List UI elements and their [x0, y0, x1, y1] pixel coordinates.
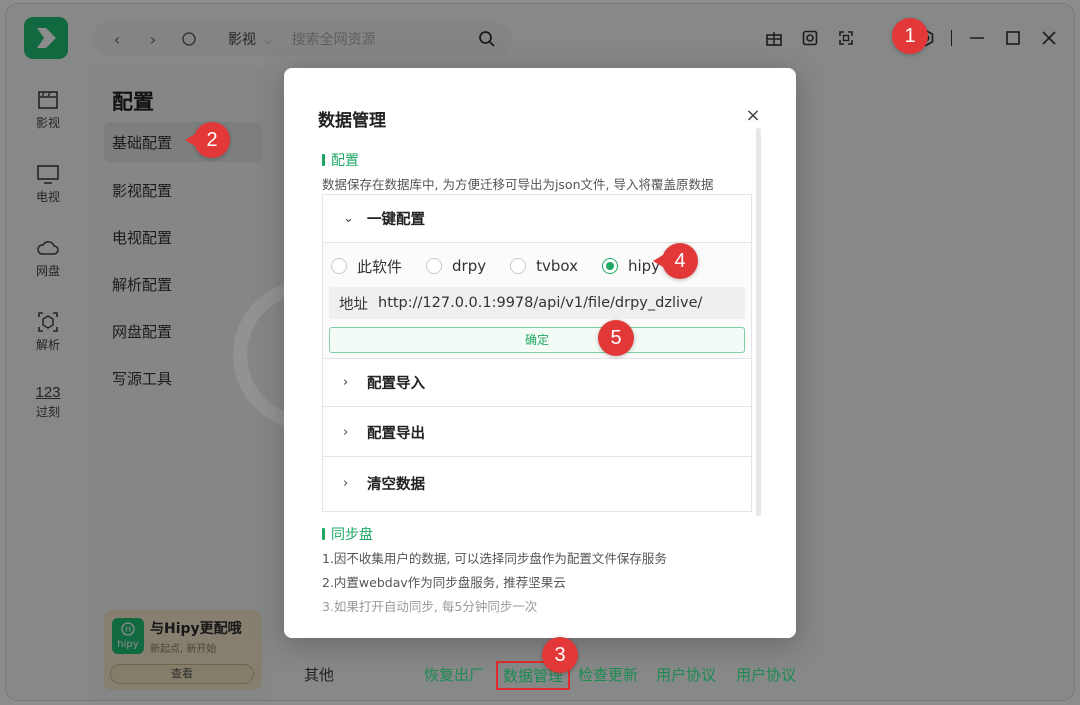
annotation-badge-2: 2: [185, 122, 230, 158]
confirm-button[interactable]: 确定: [329, 327, 745, 353]
radio-circle-checked: [601, 258, 618, 274]
radio-label: drpy: [452, 257, 487, 275]
config-collapse: ⌄ 一键配置 此软件 drpy tvbox hipy 地址 http://127…: [322, 194, 752, 512]
config-description: 数据保存在数据库中, 为方便迁移可导出为json文件, 导入将覆盖原数据: [322, 177, 714, 192]
config-section-heading: 配置: [322, 150, 359, 170]
address-field[interactable]: 地址 http://127.0.0.1:9978/api/v1/file/drp…: [329, 287, 745, 319]
sync-section-heading: 同步盘: [322, 524, 373, 544]
data-manage-dialog: 数据管理 × 配置 数据保存在数据库中, 为方便迁移可导出为json文件, 导入…: [284, 68, 796, 638]
panel-config-export[interactable]: › 配置导出: [323, 409, 751, 457]
annotation-badge-5: 5: [598, 320, 634, 356]
radio-this-software[interactable]: 此软件: [331, 256, 402, 277]
radio-circle: [426, 258, 443, 274]
user-agreement-link[interactable]: 用户协议: [656, 664, 716, 685]
annotation-badge-3: 3: [542, 637, 578, 673]
panel-title: 配置导出: [367, 426, 425, 442]
panel-title: 配置导入: [367, 376, 425, 392]
chevron-right-icon: ›: [343, 425, 349, 440]
annotation-badge-1: 1: [892, 18, 928, 54]
dialog-title: 数据管理: [318, 111, 386, 131]
other-label: 其他: [304, 666, 335, 684]
annotation-badge-4: 4: [653, 243, 698, 279]
user-agreement-link-2[interactable]: 用户协议: [736, 664, 796, 685]
sync-line-3: 3.如果打开自动同步, 每5分钟同步一次: [322, 599, 538, 614]
source-radio-group: 此软件 drpy tvbox hipy: [331, 253, 684, 279]
chevron-right-icon: ›: [343, 475, 349, 491]
radio-tvbox[interactable]: tvbox: [510, 257, 578, 275]
address-value: http://127.0.0.1:9978/api/v1/file/drpy_d…: [378, 295, 703, 311]
radio-drpy[interactable]: drpy: [426, 257, 486, 275]
radio-label: 此软件: [357, 257, 403, 276]
close-icon[interactable]: ×: [742, 104, 764, 126]
bottom-links: 其他 恢复出厂 数据管理 检查更新 用户协议 用户协议: [0, 661, 1080, 690]
dialog-scrollbar[interactable]: [756, 128, 761, 516]
radio-circle: [510, 258, 527, 274]
sync-line-2: 2.内置webdav作为同步盘服务, 推荐坚果云: [322, 575, 566, 590]
chevron-down-icon: ⌄: [343, 211, 354, 226]
radio-label: tvbox: [536, 257, 578, 275]
panel-one-click-config[interactable]: ⌄ 一键配置: [323, 195, 751, 243]
address-label: 地址: [339, 296, 368, 313]
factory-reset-link[interactable]: 恢复出厂: [424, 664, 484, 685]
radio-circle: [331, 258, 347, 274]
panel-title: 清空数据: [367, 476, 425, 493]
panel-config-import[interactable]: › 配置导入: [323, 359, 751, 407]
check-update-link[interactable]: 检查更新: [578, 664, 638, 685]
panel-title: 一键配置: [367, 212, 425, 228]
radio-hipy[interactable]: hipy: [601, 257, 660, 275]
sync-line-1: 1.因不收集用户的数据, 可以选择同步盘作为配置文件保存服务: [322, 551, 667, 566]
chevron-right-icon: ›: [343, 375, 349, 390]
panel-clear-data[interactable]: › 清空数据: [323, 459, 751, 507]
